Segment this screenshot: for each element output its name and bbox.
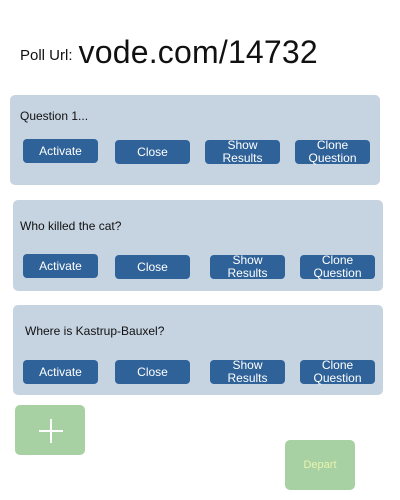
clone-question-button[interactable]: Clone Question <box>300 254 375 280</box>
activate-button[interactable]: Activate <box>23 360 98 384</box>
clone-question-button[interactable]: Clone Question <box>295 139 370 165</box>
add-question-button[interactable] <box>15 405 85 455</box>
close-button[interactable]: Close <box>115 360 190 384</box>
question-text: Question 1... <box>20 109 89 123</box>
poll-url-label: Poll Url: <box>20 46 73 64</box>
poll-url-header: Poll Url: vode.com/14732 <box>20 30 318 74</box>
plus-icon <box>39 419 63 443</box>
question-card: Question 1... Activate Close Show Result… <box>10 95 380 185</box>
close-button[interactable]: Close <box>115 255 190 279</box>
question-card: Who killed the cat? Activate Close Show … <box>13 200 383 291</box>
clone-question-button[interactable]: Clone Question <box>300 359 375 385</box>
close-button[interactable]: Close <box>115 140 190 164</box>
show-results-button[interactable]: Show Results <box>210 254 285 280</box>
show-results-button[interactable]: Show Results <box>210 359 285 385</box>
question-text: Who killed the cat? <box>20 219 122 233</box>
poll-url-value: vode.com/14732 <box>78 33 318 70</box>
activate-button[interactable]: Activate <box>23 139 98 163</box>
question-card: Where is Kastrup-Bauxel? Activate Close … <box>13 305 383 395</box>
show-results-button[interactable]: Show Results <box>205 139 280 165</box>
depart-button[interactable]: Depart <box>285 440 355 490</box>
activate-button[interactable]: Activate <box>23 254 98 278</box>
question-text: Where is Kastrup-Bauxel? <box>25 324 165 338</box>
